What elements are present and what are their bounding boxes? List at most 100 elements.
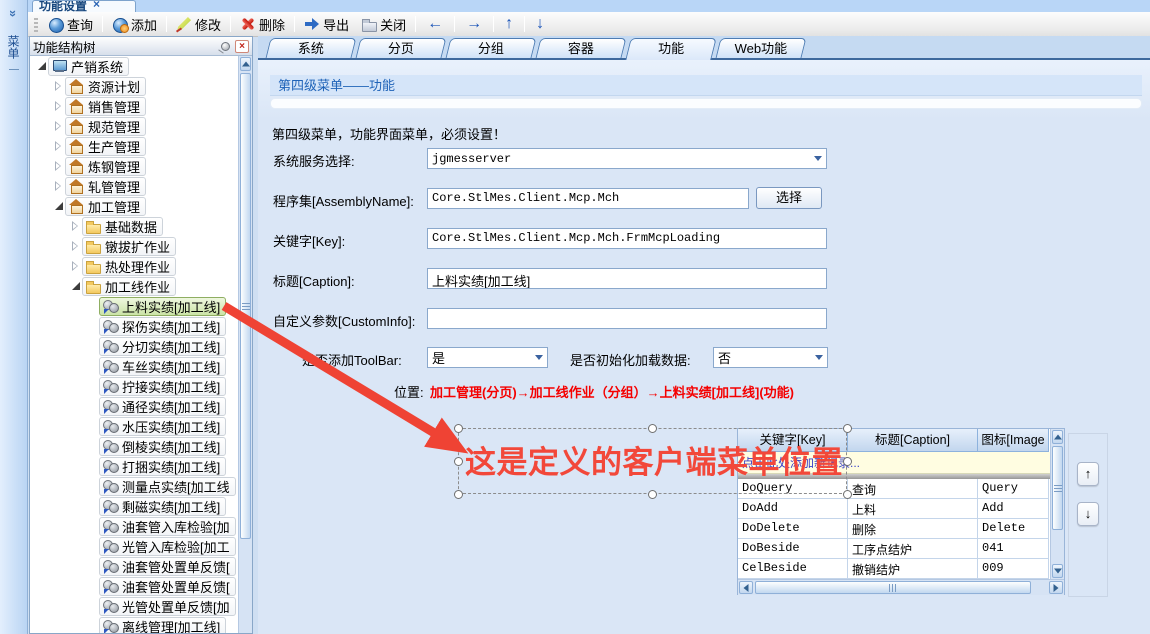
chevron-down-icon[interactable] [531, 355, 547, 360]
assembly-input[interactable]: Core.StlMes.Client.Mcp.Mch [427, 188, 749, 209]
tree-node[interactable]: 测量点实绩[加工线 [30, 476, 238, 496]
section-collapsed-strip[interactable] [270, 98, 1142, 109]
toolbar-grip[interactable] [34, 16, 38, 32]
expander-icon[interactable] [70, 241, 82, 251]
caption-input[interactable]: 上料实绩[加工线] [427, 268, 827, 289]
toolbar-nav-down-button[interactable]: ↓ [528, 15, 552, 33]
grid-cell[interactable]: Query [978, 479, 1049, 499]
grid-row[interactable]: CelBeside撤销结炉009 [738, 559, 1051, 579]
grid-cell[interactable]: DoBeside [738, 539, 848, 559]
grid-cell[interactable]: DoAdd [738, 499, 848, 519]
collapsed-menu-strip[interactable]: » 菜单 [0, 0, 28, 634]
collapsed-strip-label[interactable]: 菜单 [5, 35, 22, 59]
tree-node[interactable]: 加工线作业 [30, 276, 238, 296]
custom-input[interactable] [427, 308, 827, 329]
scroll-right-icon[interactable] [1049, 581, 1063, 594]
expander-icon[interactable] [53, 181, 65, 191]
grid-cell[interactable]: Delete [978, 519, 1049, 539]
tree-node[interactable]: 探伤实绩[加工线] [30, 316, 238, 336]
grid-hscrollbar[interactable] [738, 579, 1064, 595]
toolbar-button-export[interactable]: 导出 [298, 13, 355, 36]
expander-icon[interactable] [53, 101, 65, 111]
selection-handle[interactable] [454, 457, 463, 466]
tree-node[interactable]: 热处理作业 [30, 256, 238, 276]
tree-node[interactable]: 加工管理 [30, 196, 238, 216]
toolbar-button-close[interactable]: 关闭 [355, 13, 412, 36]
move-down-button[interactable]: ↓ [1077, 502, 1099, 526]
selection-handle[interactable] [648, 490, 657, 499]
tree-close-button[interactable]: × [235, 40, 249, 53]
expander-icon[interactable] [53, 201, 65, 211]
initload-combo[interactable]: 否 [713, 347, 828, 368]
expander-icon[interactable] [70, 281, 82, 291]
tree-node[interactable]: 上料实绩[加工线] [30, 296, 238, 316]
scroll-down-icon[interactable] [1052, 564, 1063, 578]
toolbar-nav-left-button[interactable]: ← [419, 15, 451, 33]
tree-node[interactable]: 光管处置单反馈[加 [30, 596, 238, 616]
grid-row[interactable]: DoAdd上料Add [738, 499, 1051, 519]
pin-icon[interactable] [221, 42, 230, 51]
tree-node[interactable]: 规范管理 [30, 116, 238, 136]
grid-row[interactable]: DoBeside工序点结炉041 [738, 539, 1051, 559]
grid-cell[interactable]: 删除 [848, 519, 978, 539]
tree-node[interactable]: 销售管理 [30, 96, 238, 116]
tree-node[interactable]: 基础数据 [30, 216, 238, 236]
scroll-up-icon[interactable] [240, 57, 251, 71]
tab-0[interactable]: 系统 [266, 38, 357, 58]
selection-handle[interactable] [454, 424, 463, 433]
chevron-expand-icon[interactable]: » [6, 0, 21, 27]
toolbar-button-query[interactable]: 查询 [42, 13, 99, 36]
tree-node[interactable]: 轧管管理 [30, 176, 238, 196]
tree-node[interactable]: 油套管处置单反馈[ [30, 556, 238, 576]
tree-node[interactable]: 生产管理 [30, 136, 238, 156]
grid-cell[interactable]: DoDelete [738, 519, 848, 539]
tree-node[interactable]: 油套管处置单反馈[ [30, 576, 238, 596]
chevron-down-icon[interactable] [811, 355, 827, 360]
close-icon[interactable]: × [93, 0, 100, 12]
tree-node[interactable]: 镦拔扩作业 [30, 236, 238, 256]
tree-node[interactable]: 离线管理[加工线] [30, 616, 238, 633]
selection-handle[interactable] [648, 424, 657, 433]
tab-1[interactable]: 分页 [356, 38, 447, 58]
toolbar-nav-up-button[interactable]: ↑ [497, 15, 521, 33]
document-tab[interactable]: 功能设置 × [32, 0, 136, 12]
move-up-button[interactable]: ↑ [1077, 462, 1099, 486]
tree-node[interactable]: 光管入库检验[加工 [30, 536, 238, 556]
expander-icon[interactable] [70, 261, 82, 271]
chevron-down-icon[interactable] [810, 156, 826, 161]
tab-3[interactable]: 容器 [536, 38, 627, 58]
scroll-up-icon[interactable] [1052, 430, 1063, 444]
expander-icon[interactable] [70, 221, 82, 231]
grid-cell[interactable]: 查询 [848, 479, 978, 499]
grid-cell[interactable]: 上料 [848, 499, 978, 519]
tree-node[interactable]: 通径实绩[加工线] [30, 396, 238, 416]
grid-cell[interactable]: 工序点结炉 [848, 539, 978, 559]
tree-node[interactable]: 打捆实绩[加工线] [30, 456, 238, 476]
toolbar-nav-right-button[interactable]: → [458, 15, 490, 33]
grid-hscroll-thumb[interactable] [755, 581, 1031, 594]
tree-scroll-thumb[interactable] [240, 73, 251, 539]
expander-icon[interactable] [53, 81, 65, 91]
scroll-left-icon[interactable] [739, 581, 753, 594]
expander-icon[interactable] [53, 161, 65, 171]
tree-node[interactable]: 资源计划 [30, 76, 238, 96]
grid-cell[interactable]: CelBeside [738, 559, 848, 579]
selection-handle[interactable] [843, 457, 852, 466]
tree-node[interactable]: 倒棱实绩[加工线] [30, 436, 238, 456]
tree-node[interactable]: 车丝实绩[加工线] [30, 356, 238, 376]
tree-node[interactable]: 产销系统 [30, 56, 238, 76]
expander-icon[interactable] [36, 61, 48, 71]
tree-node[interactable]: 油套管入库检验[加 [30, 516, 238, 536]
toolbar-button-add[interactable]: 添加 [106, 13, 163, 36]
tab-2[interactable]: 分组 [446, 38, 537, 58]
toolbar-button-modify[interactable]: 修改 [170, 13, 227, 36]
select-assembly-button[interactable]: 选择 [756, 187, 822, 209]
tree-node[interactable]: 分切实绩[加工线] [30, 336, 238, 356]
tree-node[interactable]: 水压实绩[加工线] [30, 416, 238, 436]
grid-cell[interactable]: Add [978, 499, 1049, 519]
tree-node[interactable]: 拧接实绩[加工线] [30, 376, 238, 396]
grid-cell[interactable]: 009 [978, 559, 1049, 579]
grid-row[interactable]: DoDelete删除Delete [738, 519, 1051, 539]
selection-handle[interactable] [454, 490, 463, 499]
toolbar-flag-combo[interactable]: 是 [427, 347, 548, 368]
